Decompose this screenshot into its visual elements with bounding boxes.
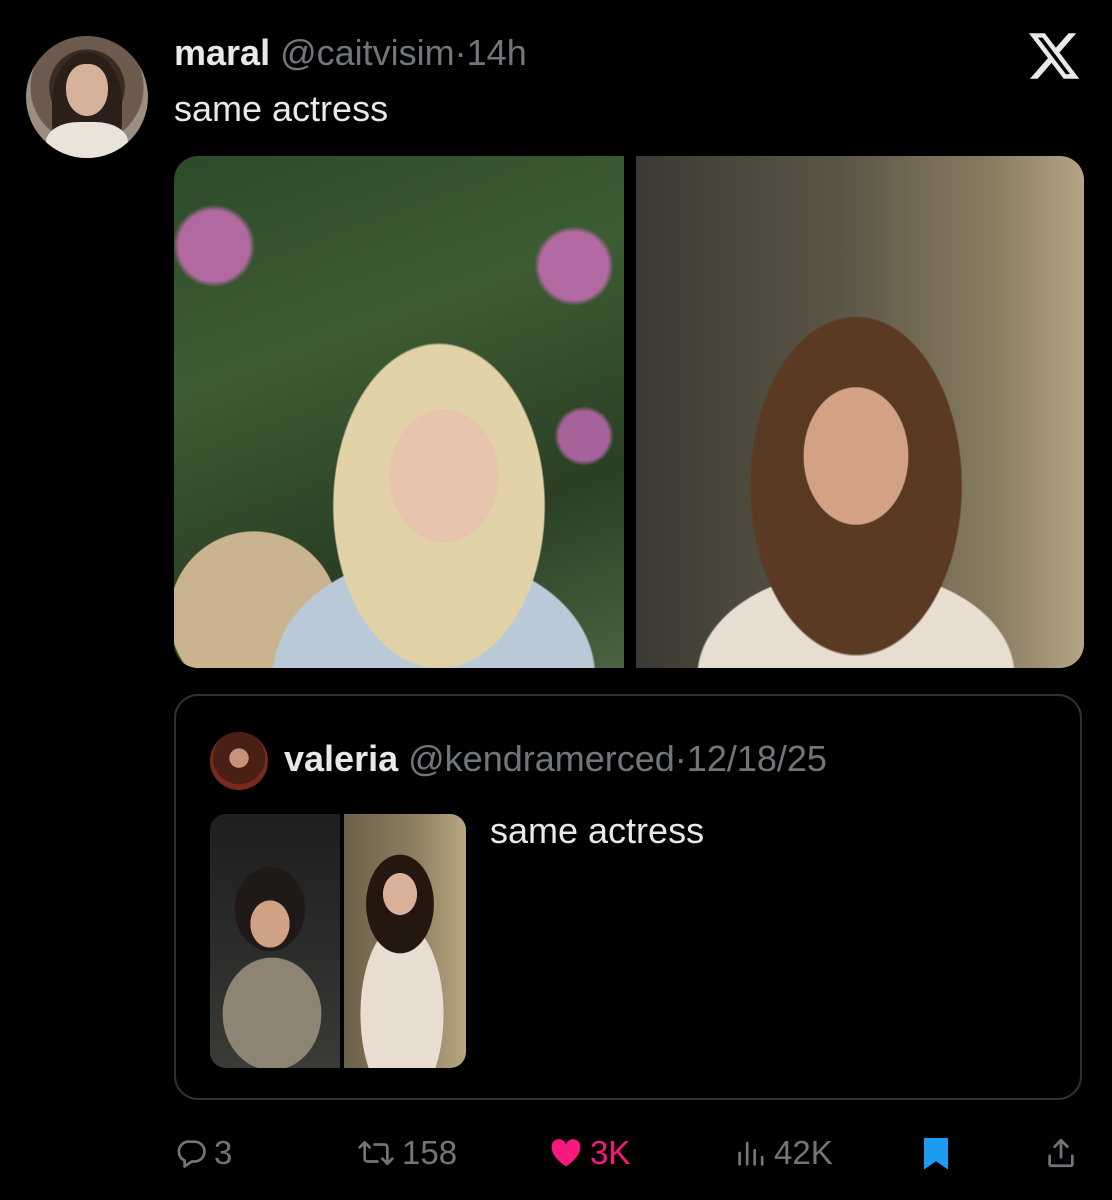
share-icon xyxy=(1048,1138,1074,1168)
quoted-tweet-date[interactable]: 12/18/25 xyxy=(687,738,827,779)
quoted-author-handle[interactable]: @kendramerced xyxy=(408,738,675,779)
heart-icon xyxy=(551,1139,581,1167)
tweet-header: maral @caitvisim·14h xyxy=(174,30,527,76)
like-button[interactable]: 3K xyxy=(548,1126,630,1180)
quoted-tweet-header: valeria @kendramerced·12/18/25 xyxy=(284,736,827,782)
avatar-shirt xyxy=(46,122,128,158)
quoted-tweet[interactable]: valeria @kendramerced·12/18/25 same actr… xyxy=(174,694,1082,1100)
media-photo-left[interactable] xyxy=(174,156,624,668)
author-name[interactable]: maral xyxy=(174,32,270,73)
x-logo-icon xyxy=(1028,33,1080,79)
reply-count: 3 xyxy=(214,1134,233,1171)
bookmark-icon xyxy=(924,1138,948,1170)
bookmark-button[interactable] xyxy=(920,1126,952,1180)
retweet-icon xyxy=(358,1141,394,1165)
reply-icon xyxy=(177,1140,206,1168)
quoted-media-photo-left[interactable] xyxy=(210,814,340,1068)
author-handle[interactable]: @caitvisim xyxy=(280,32,455,73)
tweet-time[interactable]: 14h xyxy=(467,32,527,73)
quoted-tweet-media[interactable] xyxy=(210,814,466,1068)
meta-separator: · xyxy=(454,32,467,73)
author-avatar[interactable] xyxy=(26,36,148,158)
retweet-button[interactable]: 158 xyxy=(356,1126,457,1180)
tweet-media[interactable] xyxy=(174,156,1084,668)
avatar-face xyxy=(66,64,108,116)
tweet-screen: maral @caitvisim·14h same actress valeri… xyxy=(0,0,1112,1200)
quoted-tweet-text: same actress xyxy=(490,810,705,851)
quoted-author-avatar[interactable] xyxy=(210,732,268,790)
share-button[interactable] xyxy=(1044,1126,1078,1180)
media-divider xyxy=(624,156,636,668)
like-count: 3K xyxy=(590,1134,631,1171)
quoted-meta-separator: · xyxy=(674,738,687,779)
views-count: 42K xyxy=(774,1134,833,1171)
media-photo-right[interactable] xyxy=(636,156,1084,668)
retweet-count: 158 xyxy=(402,1134,458,1171)
quoted-media-photo-right[interactable] xyxy=(344,814,466,1068)
reply-button[interactable]: 3 xyxy=(174,1126,232,1180)
views-button[interactable]: 42K xyxy=(734,1126,833,1180)
action-bar: 3 158 3K 42K xyxy=(0,1126,1112,1180)
views-icon xyxy=(738,1141,764,1166)
quoted-author-name[interactable]: valeria xyxy=(284,738,398,779)
tweet-text: same actress xyxy=(174,88,389,129)
